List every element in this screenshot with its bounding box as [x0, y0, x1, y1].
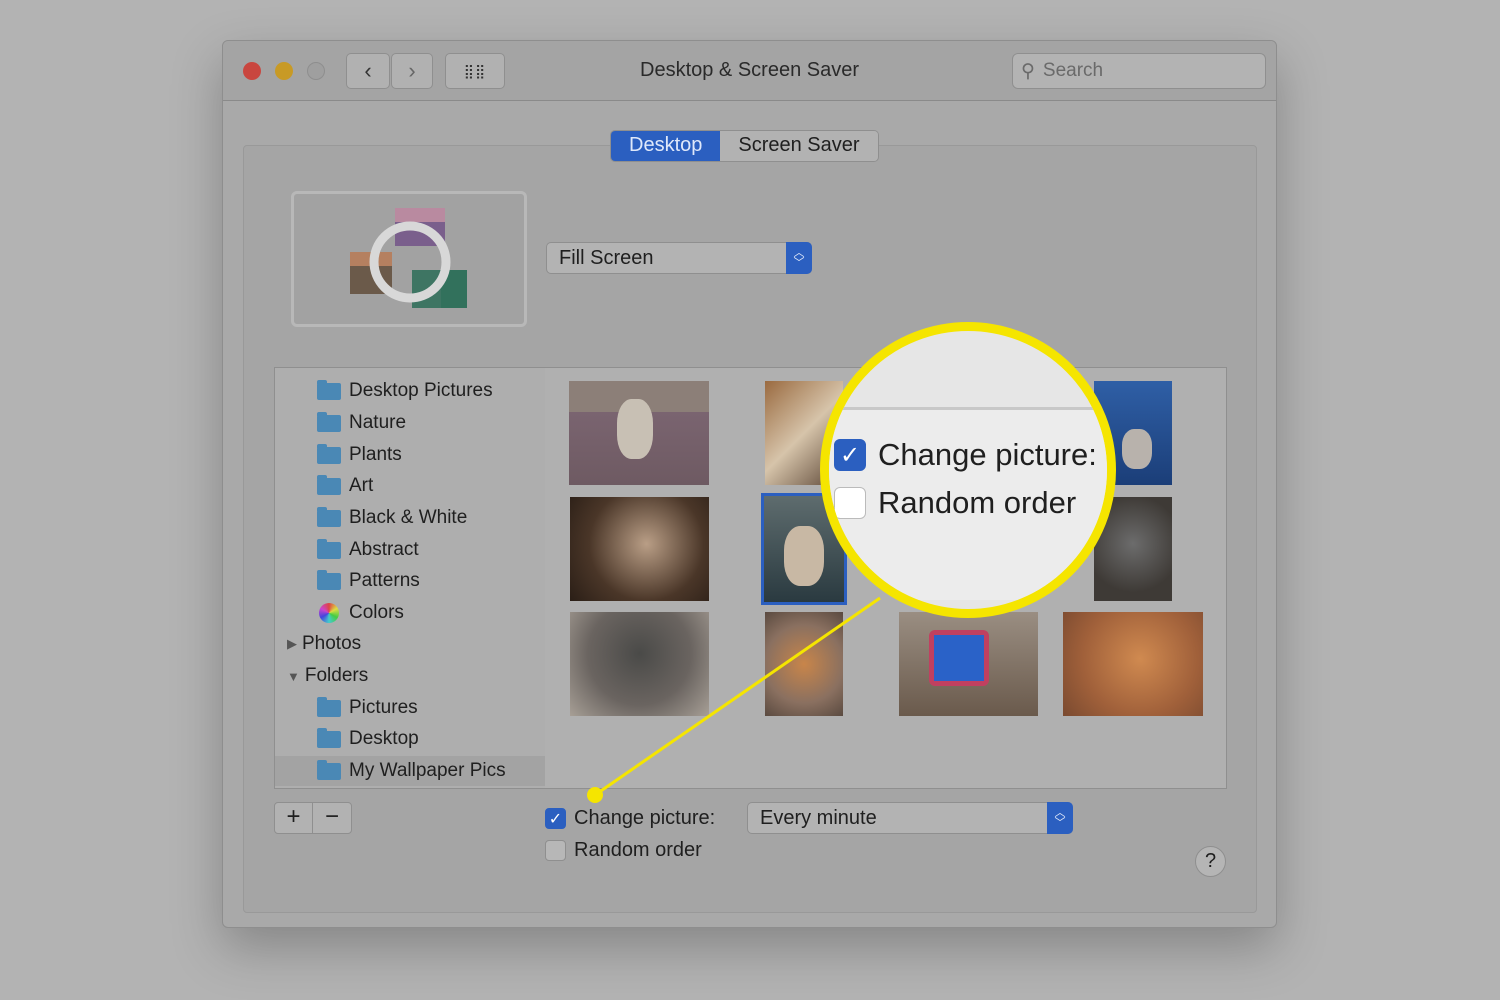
callout-pointer — [594, 596, 881, 797]
magnified-label: Random order — [878, 485, 1077, 520]
callout-line — [587, 596, 881, 803]
magnified-label: Change picture: — [878, 437, 1097, 472]
magnified-checkbox-unchecked — [834, 487, 866, 519]
callout-dot — [587, 787, 603, 803]
magnified-change-picture: ✓ Change picture: — [834, 437, 1097, 473]
checkmark-icon: ✓ — [839, 441, 861, 469]
magnifier-callout: ✓ Change picture: Random order — [820, 322, 1116, 618]
magnified-checkbox-checked: ✓ — [834, 439, 866, 471]
magnified-random-order: Random order — [834, 485, 1076, 521]
